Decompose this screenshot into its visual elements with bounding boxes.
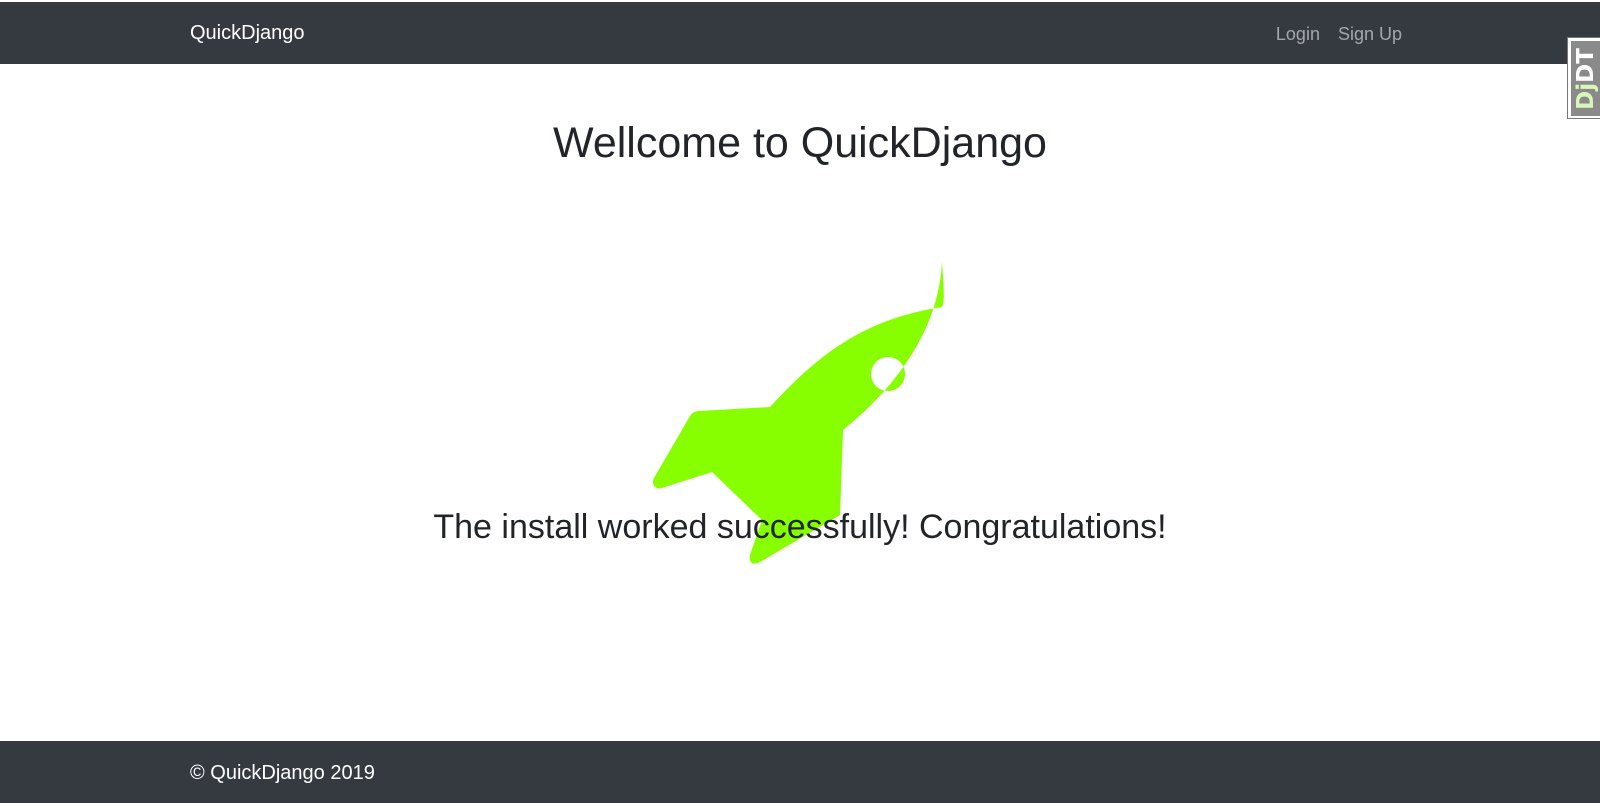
- top-navbar: QuickDjango Login Sign Up: [0, 2, 1600, 64]
- debug-toolbar-label-prefix: Dj: [1572, 82, 1599, 110]
- copyright-text: © QuickDjango 2019: [190, 762, 375, 784]
- signup-link[interactable]: Sign Up: [1338, 22, 1402, 46]
- page-footer: © QuickDjango 2019: [0, 741, 1600, 803]
- debug-toolbar-handle[interactable]: DjDT: [1567, 37, 1600, 119]
- page: QuickDjango Login Sign Up Wellcome to Qu…: [0, 0, 1600, 803]
- login-link[interactable]: Login: [1276, 22, 1320, 46]
- debug-toolbar-label: DjDT: [1573, 48, 1599, 110]
- success-message: The install worked successfully! Congrat…: [433, 508, 1167, 546]
- brand-link[interactable]: QuickDjango: [190, 20, 305, 46]
- debug-toolbar-logo: DjDT: [1571, 41, 1600, 116]
- nav-links: Login Sign Up: [1276, 22, 1402, 46]
- page-title: Wellcome to QuickDjango: [553, 119, 1047, 167]
- debug-toolbar-label-suffix: DT: [1572, 47, 1599, 83]
- main-content: Wellcome to QuickDjango The install work…: [0, 64, 1600, 740]
